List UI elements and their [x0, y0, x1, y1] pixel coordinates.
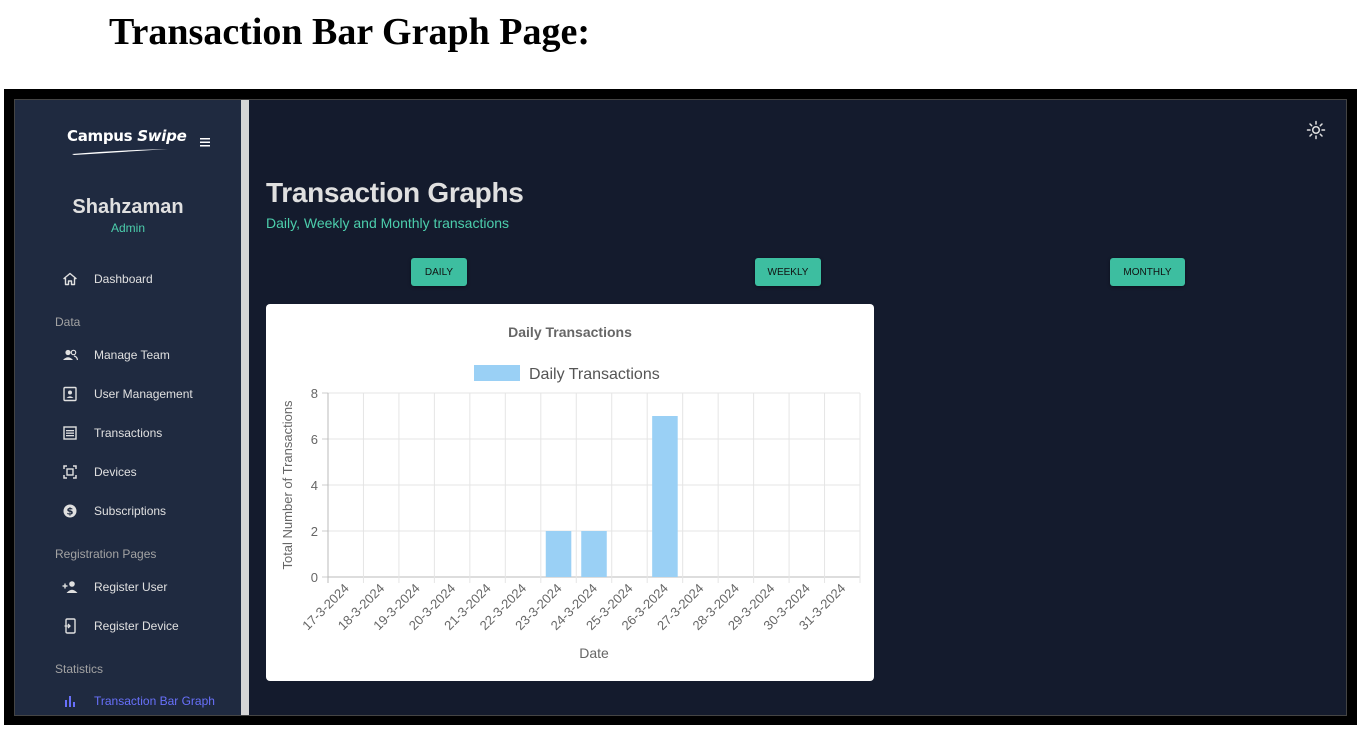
sidebar-item-label: Transaction Bar Graph [94, 694, 215, 708]
section-title-statistics: Statistics [55, 662, 104, 676]
sidebar-item-register-user[interactable]: Register User [55, 575, 235, 599]
sidebar-item-user-management[interactable]: User Management [55, 382, 235, 406]
logo-swoosh-icon [72, 149, 168, 155]
profile-name: Shahzaman [72, 196, 184, 218]
light-mode-icon[interactable] [1306, 120, 1326, 140]
app-window: Campus Swipe Shahzaman Admin Dashboard D… [14, 99, 1347, 716]
scanner-icon [62, 464, 78, 480]
sidebar-item-manage-team[interactable]: Manage Team [55, 343, 235, 367]
legend-label: Daily Transactions [529, 366, 660, 383]
bar [652, 416, 678, 577]
logo: Campus Swipe [67, 127, 187, 145]
bar-chart-icon [62, 693, 78, 709]
home-icon [62, 271, 78, 287]
sidebar-item-devices[interactable]: Devices [55, 460, 235, 484]
logo-text-swipe: Swipe [137, 127, 187, 145]
profile-role: Admin [110, 221, 145, 235]
legend-swatch [474, 365, 520, 381]
daily-button[interactable]: DAILY [411, 258, 467, 286]
page-title: Transaction Graphs [266, 177, 524, 208]
screenshot-frame: Campus Swipe Shahzaman Admin Dashboard D… [4, 89, 1357, 725]
section-title-registration: Registration Pages [55, 547, 157, 561]
sidebar-item-label: Manage Team [94, 348, 170, 362]
y-tick-label: 0 [311, 570, 318, 585]
y-axis-label: Total Number of Transactions [280, 400, 295, 570]
sidebar-item-subscriptions[interactable]: $ Subscriptions [55, 499, 235, 523]
x-axis-label: Date [579, 645, 609, 661]
receipt-icon [62, 425, 78, 441]
sidebar-item-label: Devices [94, 465, 137, 479]
sidebar-item-label: Dashboard [94, 272, 153, 286]
y-tick-label: 8 [311, 386, 318, 401]
sidebar-item-transaction-bar-graph[interactable]: Transaction Bar Graph [55, 689, 235, 713]
logo-text-campus: Campus [67, 127, 138, 145]
sidebar-item-label: Subscriptions [94, 504, 167, 518]
sidebar-scrollbar[interactable] [241, 100, 249, 715]
y-tick-label: 6 [311, 432, 318, 447]
y-tick-label: 2 [311, 524, 318, 539]
sidebar-item-dashboard[interactable]: Dashboard [55, 267, 235, 291]
sidebar-item-label: User Management [94, 387, 193, 401]
sidebar-item-label: Register User [94, 580, 168, 594]
bar [581, 531, 607, 577]
sidebar-item-transactions[interactable]: Transactions [55, 421, 235, 445]
daily-transactions-chart: Daily Transactions Daily Transactions 0 2 4 6… [280, 324, 861, 661]
section-title-data: Data [55, 315, 81, 329]
bar [545, 531, 572, 577]
sidebar: Campus Swipe Shahzaman Admin Dashboard D… [15, 100, 241, 715]
phone-register-icon [62, 618, 78, 634]
monthly-button[interactable]: MONTHLY [1110, 258, 1185, 286]
contact-card-icon [62, 386, 78, 402]
sidebar-item-label: Register Device [94, 619, 179, 633]
menu-toggle-icon[interactable] [199, 136, 213, 150]
chart-title: Daily Transactions [508, 324, 632, 340]
weekly-button[interactable]: WEEKLY [755, 258, 821, 286]
page-heading: Transaction Bar Graph Page: [109, 11, 590, 53]
people-icon [62, 347, 78, 363]
dollar-icon: $ [62, 503, 78, 519]
sidebar-item-register-device[interactable]: Register Device [55, 614, 235, 638]
y-tick-label: 4 [311, 478, 318, 493]
page-subtitle: Daily, Weekly and Monthly transactions [266, 215, 510, 231]
chart-card: Daily Transactions Daily Transactions 0 2 4 6… [266, 304, 874, 681]
svg-text:$: $ [67, 507, 74, 518]
sidebar-item-label: Transactions [94, 426, 163, 440]
add-person-icon [62, 579, 78, 595]
